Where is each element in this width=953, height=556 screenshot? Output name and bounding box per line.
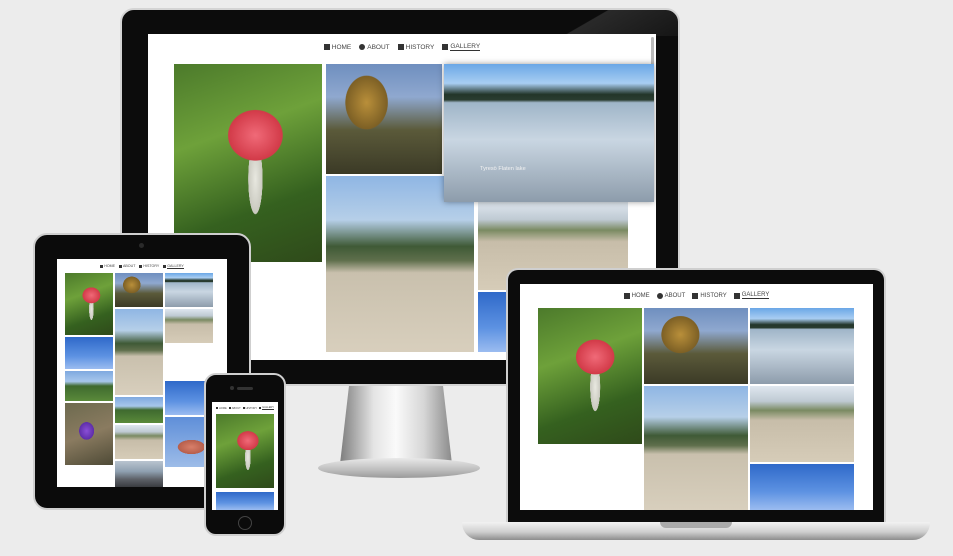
gallery-photo-lake-hover[interactable]: Tyresö Flaten lake — [444, 64, 654, 202]
home-icon — [215, 407, 218, 409]
nav-gallery[interactable]: GALLERY — [442, 43, 481, 51]
gallery-photo-sky[interactable] — [216, 492, 274, 510]
book-icon — [242, 407, 245, 409]
gallery-photo-mushroom[interactable] — [538, 308, 642, 444]
phone-nav: HOME ABOUT HISTORY GALLERY — [212, 402, 278, 412]
nav-history[interactable]: HISTORY — [692, 292, 727, 299]
laptop-screen: HOME ABOUT HISTORY GALLERY — [520, 284, 873, 510]
nav-home[interactable]: HOME — [323, 44, 351, 51]
gallery-photo-lake[interactable] — [750, 308, 854, 384]
book-icon — [692, 292, 699, 299]
nav-history[interactable]: HISTORY — [397, 44, 434, 51]
gallery-photo-swing[interactable] — [115, 309, 163, 395]
gallery-photo-field[interactable] — [65, 371, 113, 401]
gallery-photo-yard[interactable] — [115, 425, 163, 459]
book-icon — [397, 44, 404, 50]
gallery-photo-trees[interactable] — [326, 64, 442, 174]
camera-icon — [139, 243, 144, 248]
images-icon — [442, 44, 449, 50]
info-icon — [228, 407, 231, 409]
gallery-photo-forest[interactable] — [115, 397, 163, 423]
gallery-photo-night-playground[interactable] — [248, 262, 322, 352]
home-icon — [323, 44, 330, 50]
home-icon — [623, 292, 630, 299]
gallery-photo-sky[interactable] — [750, 464, 854, 510]
monitor-gloss — [558, 10, 678, 36]
nav-about[interactable]: ABOUT — [228, 407, 241, 410]
gallery-photo-mushroom[interactable] — [216, 414, 274, 488]
images-icon — [259, 407, 262, 409]
laptop-base — [462, 522, 930, 540]
nav-home[interactable]: HOME — [215, 407, 227, 410]
camera-icon — [230, 386, 234, 390]
book-icon — [139, 264, 143, 268]
monitor-stand-base — [318, 458, 480, 478]
gallery-photo-night-playground[interactable] — [165, 345, 213, 379]
nav-history[interactable]: HISTORY — [242, 407, 257, 410]
info-icon — [119, 264, 123, 268]
gallery-photo-trees[interactable] — [644, 308, 748, 384]
tablet-nav: HOME ABOUT HISTORY GALLERY — [57, 259, 227, 271]
nav-about[interactable]: ABOUT — [359, 44, 390, 51]
gallery-photo-swing[interactable] — [326, 176, 474, 352]
gallery-photo-playground[interactable] — [750, 386, 854, 462]
gallery-photo-mushroom[interactable] — [65, 273, 113, 335]
nav-gallery[interactable]: GALLERY — [733, 292, 770, 299]
tablet-screen: HOME ABOUT HISTORY GALLERY — [57, 259, 227, 487]
nav-about[interactable]: ABOUT — [119, 264, 135, 268]
gallery-photo-flower[interactable] — [65, 403, 113, 465]
laptop: HOME ABOUT HISTORY GALLERY — [506, 268, 886, 523]
gallery-photo-playground[interactable] — [165, 309, 213, 343]
monitor-stand-neck — [340, 386, 452, 464]
images-icon — [733, 292, 740, 299]
nav-gallery[interactable]: GALLERY — [163, 264, 184, 269]
gallery-photo-sky[interactable] — [65, 337, 113, 369]
gallery-photo-trees[interactable] — [115, 273, 163, 307]
images-icon — [163, 264, 167, 268]
info-icon — [656, 292, 663, 299]
nav-home[interactable]: HOME — [100, 264, 115, 268]
gallery-photo-night-playground[interactable] — [538, 446, 642, 510]
phone-screen: HOME ABOUT HISTORY GALLERY — [212, 402, 278, 510]
photo-caption: Tyresö Flaten lake — [480, 166, 526, 172]
gallery-photo-road[interactable] — [115, 461, 163, 487]
nav-history[interactable]: HISTORY — [139, 264, 159, 268]
gallery-photo-lake[interactable] — [165, 273, 213, 307]
phone: HOME ABOUT HISTORY GALLERY — [204, 373, 286, 536]
nav-home[interactable]: HOME — [623, 292, 650, 299]
desktop-nav: HOME ABOUT HISTORY GALLERY — [148, 34, 656, 56]
speaker-icon — [237, 387, 253, 390]
home-button[interactable] — [238, 516, 252, 530]
gallery-photo-swing[interactable] — [644, 386, 748, 510]
nav-about[interactable]: ABOUT — [656, 292, 685, 299]
info-icon — [359, 44, 366, 50]
nav-gallery[interactable]: GALLERY — [259, 406, 275, 410]
laptop-notch — [660, 522, 732, 528]
home-icon — [100, 264, 104, 268]
laptop-nav: HOME ABOUT HISTORY GALLERY — [520, 284, 873, 304]
